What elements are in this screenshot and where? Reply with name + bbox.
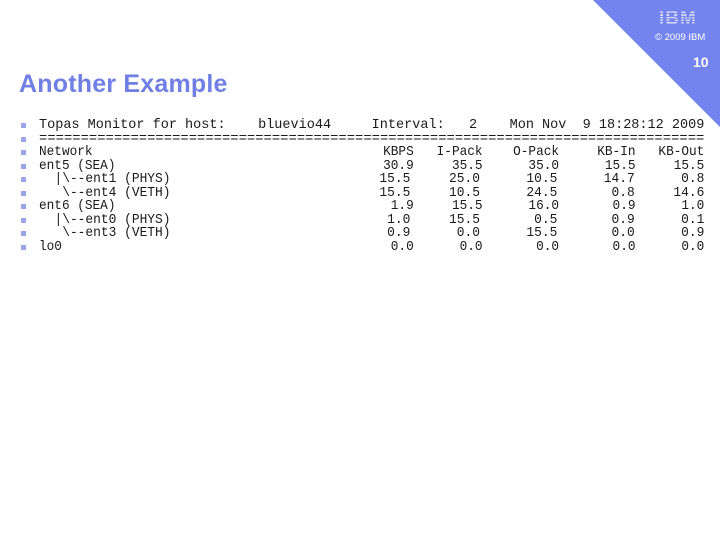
slide-title: Another Example	[19, 70, 228, 98]
bullet-icon	[21, 190, 26, 196]
bullet-icon	[21, 177, 26, 183]
page-number: 10	[693, 54, 709, 70]
bullet-icon	[21, 217, 26, 223]
bullet-icon	[21, 123, 26, 128]
bullet-icon	[21, 244, 26, 250]
bullet-icon	[21, 150, 26, 156]
copyright-text: © 2009 IBM	[655, 32, 706, 43]
topas-tag: topas	[633, 58, 674, 98]
line-text: lo0 0.0 0.0 0.0 0.0 0.0	[39, 239, 705, 255]
bullet-icon	[21, 231, 26, 237]
bullet-icon	[21, 136, 26, 142]
bullet-icon	[21, 163, 26, 169]
ibm-logo: IBM	[659, 8, 697, 29]
bullet-icon	[21, 204, 26, 210]
